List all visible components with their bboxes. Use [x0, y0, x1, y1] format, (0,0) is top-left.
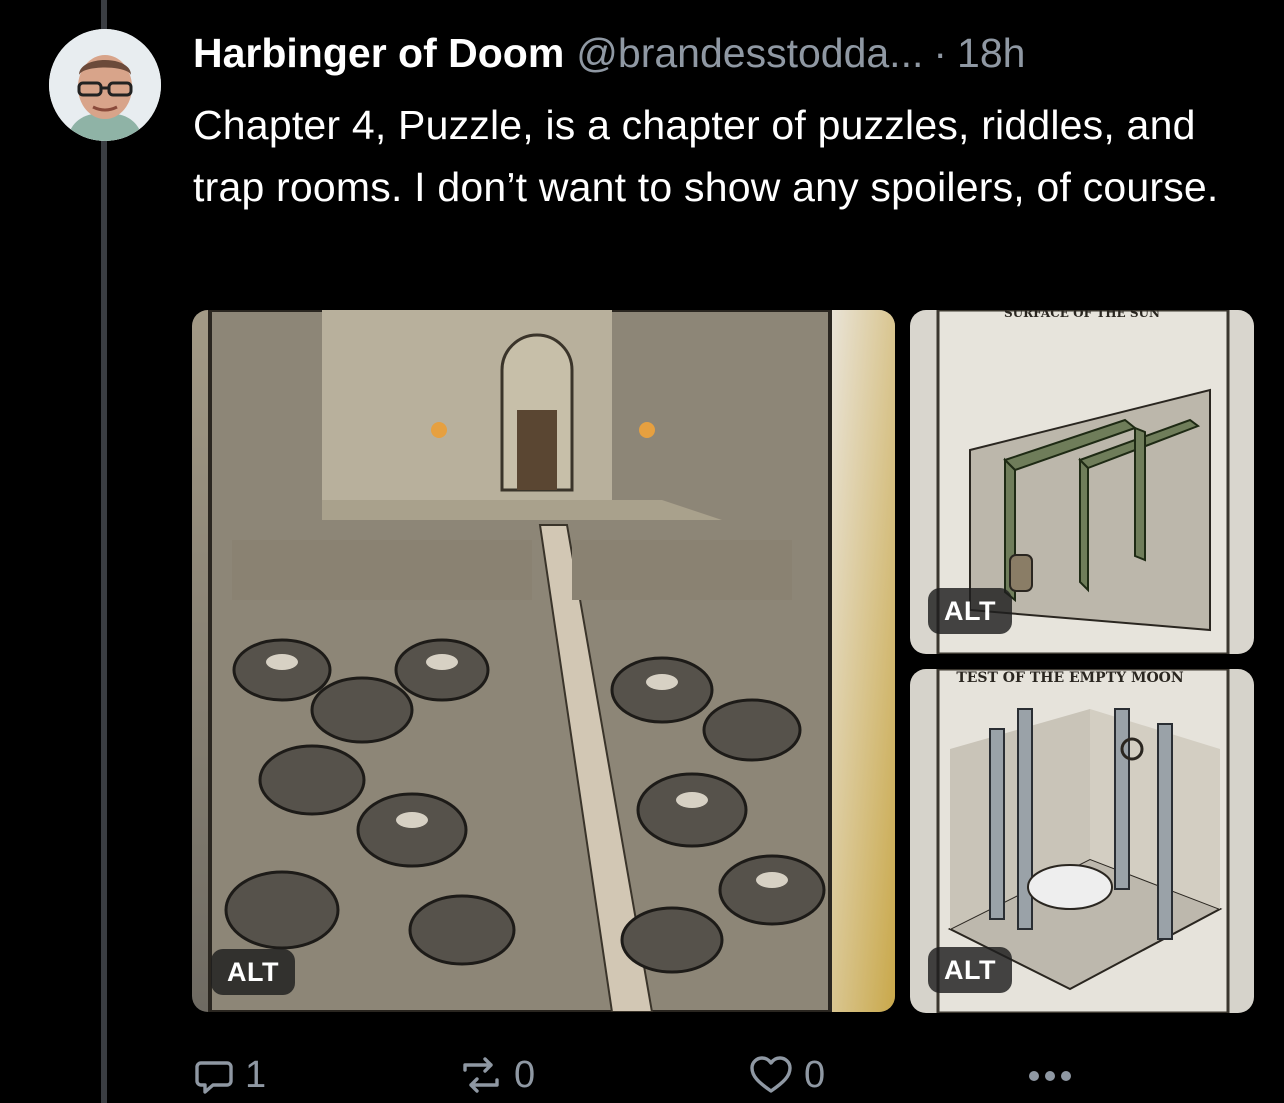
more-options-button[interactable] — [1025, 1052, 1085, 1098]
author-name[interactable]: Harbinger of Doom — [193, 30, 564, 77]
ellipsis-icon — [1029, 1071, 1071, 1081]
alt-badge[interactable]: ALT — [211, 949, 295, 995]
image-caption: TEST OF THE EMPTY MOON — [956, 670, 1184, 686]
post-image-1[interactable]: ALT — [192, 310, 895, 1012]
like-button[interactable]: 0 — [748, 1052, 825, 1098]
avatar[interactable] — [49, 29, 161, 141]
header-separator: · — [933, 30, 948, 76]
author-handle[interactable]: @brandesstodda... — [576, 30, 923, 77]
post: Harbinger of Doom @brandesstodda... · 18… — [0, 0, 1284, 1103]
avatar-photo — [49, 29, 161, 141]
reply-button[interactable]: 1 — [193, 1052, 266, 1098]
repost-button[interactable]: 0 — [458, 1052, 535, 1098]
post-actions: 1 0 0 — [193, 1052, 1193, 1098]
post-image-2[interactable]: SURFACE OF THE SUN ALT — [910, 310, 1254, 654]
like-count: 0 — [804, 1053, 826, 1096]
post-text: Chapter 4, Puzzle, is a chapter of puzzl… — [193, 102, 1219, 210]
alt-badge[interactable]: ALT — [928, 588, 1012, 634]
reply-count: 1 — [245, 1053, 267, 1096]
thread-line — [101, 0, 107, 1103]
post-time[interactable]: 18h — [957, 30, 1025, 77]
image-caption: SURFACE OF THE SUN — [1004, 310, 1160, 320]
post-header: Harbinger of Doom @brandesstodda... · 18… — [193, 30, 1025, 78]
repost-icon — [463, 1057, 499, 1093]
heart-icon — [750, 1056, 792, 1093]
alt-badge[interactable]: ALT — [928, 947, 1012, 993]
chamber-illustration — [192, 310, 895, 1012]
repost-count: 0 — [514, 1053, 536, 1096]
reply-icon — [195, 1061, 233, 1094]
post-image-3[interactable]: TEST OF THE EMPTY MOON ALT — [910, 669, 1254, 1013]
